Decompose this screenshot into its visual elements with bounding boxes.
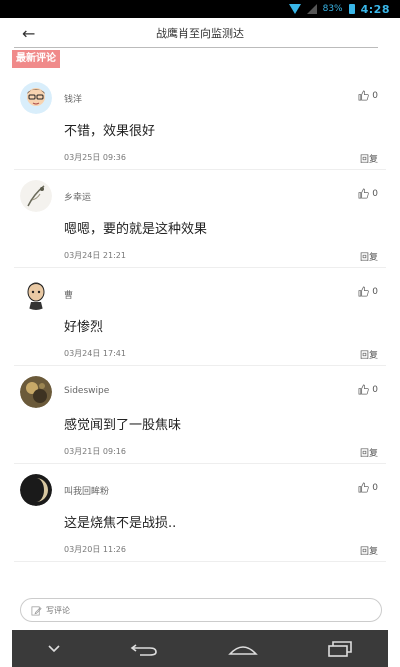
comment-item: 曹 0 好惨烈 03月24日 17:41 回复 [0, 268, 400, 366]
thumb-up-icon [358, 90, 370, 101]
avatar[interactable] [20, 376, 52, 408]
comment-time: 03月21日 09:16 [64, 447, 126, 456]
comment-text: 好惨烈 [64, 320, 104, 335]
header: ← 战鹰肖至向监测达 [0, 18, 400, 48]
comment-time: 03月24日 17:41 [64, 349, 126, 358]
comment-input-bar[interactable] [20, 598, 382, 622]
avatar[interactable] [20, 82, 52, 114]
comment-text: 感觉闻到了一股焦味 [64, 418, 182, 433]
comment-input[interactable] [46, 605, 346, 615]
back-icon[interactable] [130, 642, 158, 656]
like-button[interactable]: 0 [358, 188, 378, 199]
comment-text: 不错，效果很好 [64, 124, 156, 139]
wifi-icon [288, 4, 301, 14]
home-icon[interactable] [227, 642, 258, 656]
thumb-up-icon [358, 482, 370, 493]
thumb-up-icon [358, 188, 370, 199]
comment-time: 03月25日 09:36 [64, 153, 126, 162]
like-count: 0 [372, 384, 378, 395]
battery-percent: 83% [322, 4, 343, 14]
avatar[interactable] [20, 278, 52, 310]
avatar[interactable] [20, 474, 52, 506]
battery-icon [348, 4, 355, 14]
navigation-bar [12, 630, 388, 667]
comment-time: 03月24日 21:21 [64, 251, 126, 260]
avatar[interactable] [20, 180, 52, 212]
back-arrow-icon[interactable]: ← [22, 24, 35, 43]
reply-button[interactable]: 回复 [360, 446, 378, 459]
like-count: 0 [372, 286, 378, 297]
status-bar: 83% 4:28 [0, 0, 400, 18]
like-count: 0 [372, 188, 378, 199]
like-button[interactable]: 0 [358, 286, 378, 297]
clock: 4:28 [360, 2, 390, 16]
signal-icon [306, 4, 317, 14]
comment-time: 03月20日 11:26 [64, 545, 126, 554]
divider [14, 561, 386, 562]
reply-button[interactable]: 回复 [360, 152, 378, 165]
latest-comments-tag: 最新评论 [12, 50, 60, 68]
like-button[interactable]: 0 [358, 384, 378, 395]
like-count: 0 [372, 482, 378, 493]
collapse-icon[interactable] [47, 644, 61, 654]
reply-button[interactable]: 回复 [360, 544, 378, 557]
recents-icon[interactable] [327, 640, 353, 657]
comment-text: 这是烧焦不是战损.. [64, 516, 177, 531]
like-button[interactable]: 0 [358, 482, 378, 493]
edit-icon [31, 605, 42, 615]
comment-author[interactable]: 叫我回眸粉 [64, 484, 109, 497]
comment-item: 钱洋 0 不错，效果很好 03月25日 09:36 回复 [0, 72, 400, 170]
comment-text: 嗯嗯，要的就是这种效果 [64, 222, 208, 237]
comment-author[interactable]: 钱洋 [64, 92, 82, 105]
comment-item: Sideswipe 0 感觉闻到了一股焦味 03月21日 09:16 回复 [0, 366, 400, 464]
thumb-up-icon [358, 384, 370, 395]
comment-author[interactable]: 曹 [64, 288, 73, 301]
comment-author[interactable]: Sideswipe [64, 386, 109, 396]
comment-item: 乡幸运 0 嗯嗯，要的就是这种效果 03月24日 21:21 回复 [0, 170, 400, 268]
like-count: 0 [372, 90, 378, 101]
like-button[interactable]: 0 [358, 90, 378, 101]
header-divider [14, 47, 378, 48]
reply-button[interactable]: 回复 [360, 348, 378, 361]
thumb-up-icon [358, 286, 370, 297]
comment-item: 叫我回眸粉 0 这是烧焦不是战损.. 03月20日 11:26 回复 [0, 464, 400, 562]
comment-author[interactable]: 乡幸运 [64, 190, 91, 203]
reply-button[interactable]: 回复 [360, 250, 378, 263]
page-title: 战鹰肖至向监测达 [156, 27, 244, 40]
